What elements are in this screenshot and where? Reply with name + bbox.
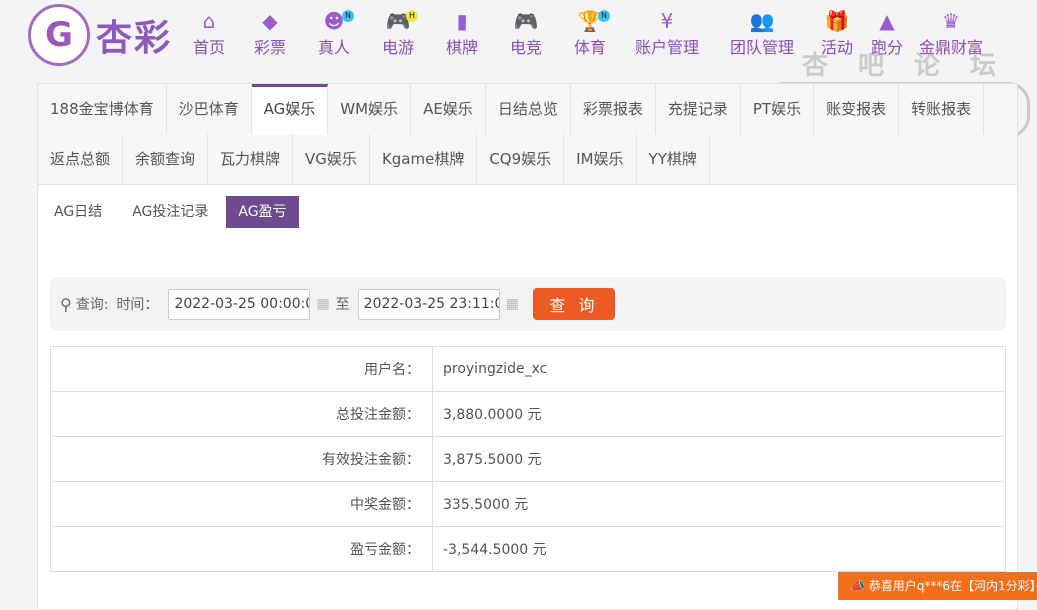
table-row: 有效投注金额： 3,875.5000 元	[50, 436, 1006, 482]
nav-label: 活动	[820, 38, 853, 57]
tab-4[interactable]: AE娱乐	[411, 84, 486, 134]
table-row: 盈亏金额： -3,544.5000 元	[50, 526, 1006, 572]
tab-row2-4[interactable]: Kgame棋牌	[370, 134, 478, 184]
row-value: 3,875.5000 元	[432, 436, 1006, 482]
megaphone-icon: 📣	[850, 579, 865, 593]
row-value: 3,880.0000 元	[432, 391, 1006, 437]
logo[interactable]: G 杏彩	[28, 4, 172, 66]
row-label: 总投注金额：	[50, 391, 433, 437]
tab-1[interactable]: 沙巴体育	[167, 84, 252, 134]
badge: H	[406, 10, 418, 22]
tab-7[interactable]: 充提记录	[656, 84, 741, 134]
tab-row2-2[interactable]: 瓦力棋牌	[208, 134, 294, 184]
tab-row2-7[interactable]: YY棋牌	[637, 134, 710, 184]
tab-row2-3[interactable]: VG娱乐	[293, 134, 370, 184]
ticker-text: 恭喜用户q***6在【河内1分彩】	[868, 579, 1037, 593]
nav-item-8[interactable]: 👥 团队管理	[712, 8, 812, 58]
tab-3[interactable]: WM娱乐	[328, 84, 412, 134]
tab-row2-6[interactable]: IM娱乐	[564, 134, 637, 184]
nav-item-3[interactable]: 🎮 H 电游	[366, 8, 430, 58]
tab-6[interactable]: 彩票报表	[571, 84, 656, 134]
time-label: 时间：	[116, 297, 159, 313]
tab-row2-5[interactable]: CQ9娱乐	[477, 134, 565, 184]
cards-icon: ▮	[456, 9, 468, 33]
nav-label: 电游	[381, 38, 414, 57]
nav-label: 团队管理	[729, 38, 794, 57]
calendar-icon[interactable]: ▦	[506, 296, 519, 312]
sub-tabs: AG日结 AG投注记录 AG盈亏	[42, 196, 1017, 228]
nav-item-10[interactable]: ▲ 跑分	[862, 8, 912, 58]
nav-item-9[interactable]: 🎁 活动	[812, 8, 862, 58]
row-value: 335.5000 元	[432, 481, 1006, 527]
nav-item-5[interactable]: 🎮 电竞	[494, 8, 558, 58]
row-label: 盈亏金额：	[50, 526, 433, 572]
nav-label: 棋牌	[445, 38, 478, 57]
header: G 杏彩 ⌂ 首页 ◆ 彩票 ☻ N 真人 🎮 H 电游 ▮ 棋牌 🎮 电竞 🏆 N 体育 ¥ 账户管理 👥 团队管理 🎁…	[0, 0, 1037, 72]
search-bar: ⚲ 查询: 时间： ▦ 至 ▦ 查 询	[50, 277, 1006, 331]
logo-text: 杏彩	[96, 18, 173, 59]
nav-label: 账户管理	[634, 38, 699, 57]
nav-label: 真人	[317, 38, 350, 57]
runner-icon: ▲	[879, 9, 895, 33]
to-label: 至	[335, 297, 350, 313]
tab-row-2: 返点总额 余额查询 瓦力棋牌 VG娱乐 Kgame棋牌 CQ9娱乐 IM娱乐 YY棋牌	[38, 134, 1017, 184]
row-label: 用户名：	[50, 346, 433, 392]
subtab-2[interactable]: AG盈亏	[226, 196, 299, 228]
nav-label: 首页	[192, 38, 225, 57]
summary-table: 用户名： proyingzide_xc 总投注金额： 3,880.0000 元有效投注…	[50, 346, 1006, 572]
table-row: 用户名： proyingzide_xc	[50, 346, 1006, 392]
tab-0[interactable]: 188金宝博体育	[38, 84, 167, 134]
subtab-0[interactable]: AG日结	[42, 196, 114, 228]
row-label: 中奖金额：	[50, 481, 433, 527]
tab-2[interactable]: AG娱乐	[251, 84, 329, 134]
row-value: proyingzide_xc	[432, 346, 1006, 392]
end-time-input[interactable]	[357, 288, 500, 320]
win-announcement-ticker: 📣 恭喜用户q***6在【河内1分彩】	[838, 572, 1037, 600]
yen-icon: ¥	[660, 9, 674, 33]
nav-label: 彩票	[253, 38, 286, 57]
team-icon: 👥	[749, 9, 775, 33]
search-icon: ⚲	[60, 294, 72, 314]
esports-icon: 🎮	[513, 9, 539, 33]
tab-9[interactable]: 账变报表	[814, 84, 900, 134]
report-tabs: 188金宝博体育 沙巴体育 AG娱乐 WM娱乐 AE娱乐 日结总览 彩票报表 充提记录 PT娱乐…	[38, 84, 1017, 185]
table-row: 中奖金额： 335.5000 元	[50, 481, 1006, 527]
tab-row-1: 188金宝博体育 沙巴体育 AG娱乐 WM娱乐 AE娱乐 日结总览 彩票报表 充提记录 PT娱乐…	[38, 84, 1017, 134]
gift-icon: 🎁	[824, 9, 850, 33]
tab-8[interactable]: PT娱乐	[741, 84, 815, 134]
tab-10[interactable]: 转账报表	[899, 84, 985, 134]
nav-label: 金鼎财富	[918, 38, 983, 57]
tab-5[interactable]: 日结总览	[486, 84, 571, 134]
query-label: 查询:	[75, 297, 109, 313]
query-button[interactable]: 查 询	[532, 288, 615, 320]
badge: N	[342, 10, 354, 22]
nav-label: 体育	[573, 38, 606, 57]
cauldron-icon: ♛	[942, 9, 960, 33]
nav-item-4[interactable]: ▮ 棋牌	[430, 8, 494, 58]
ticket-icon: ◆	[262, 9, 278, 33]
nav-item-7[interactable]: ¥ 账户管理	[622, 8, 712, 58]
row-label: 有效投注金额：	[50, 436, 433, 482]
report-panel: 188金宝博体育 沙巴体育 AG娱乐 WM娱乐 AE娱乐 日结总览 彩票报表 充提记录 PT娱乐…	[37, 83, 1018, 610]
nav-item-6[interactable]: 🏆 N 体育	[558, 8, 622, 58]
live-dealer-icon: ☻	[323, 9, 345, 33]
start-time-input[interactable]	[168, 288, 311, 320]
tab-row2-0[interactable]: 返点总额	[38, 134, 124, 184]
main-nav: ⌂ 首页 ◆ 彩票 ☻ N 真人 🎮 H 电游 ▮ 棋牌 🎮 电竞 🏆 N 体育 ¥ 账户管理 👥 团队管理 🎁 活动 ▲ 跑分…	[180, 8, 990, 58]
tab-row2-1[interactable]: 余额查询	[123, 134, 209, 184]
table-row: 总投注金额： 3,880.0000 元	[50, 391, 1006, 437]
nav-item-11[interactable]: ♛ 金鼎财富	[912, 8, 990, 58]
nav-item-1[interactable]: ◆ 彩票	[238, 8, 302, 58]
row-value: -3,544.5000 元	[432, 526, 1006, 572]
logo-mark: G	[28, 4, 90, 66]
nav-label: 电竞	[509, 38, 542, 57]
home-icon: ⌂	[202, 9, 216, 33]
nav-item-2[interactable]: ☻ N 真人	[302, 8, 366, 58]
nav-label: 跑分	[870, 38, 903, 57]
calendar-icon[interactable]: ▦	[316, 296, 329, 312]
nav-item-0[interactable]: ⌂ 首页	[180, 8, 238, 58]
subtab-1[interactable]: AG投注记录	[120, 196, 220, 228]
badge: N	[598, 10, 610, 22]
